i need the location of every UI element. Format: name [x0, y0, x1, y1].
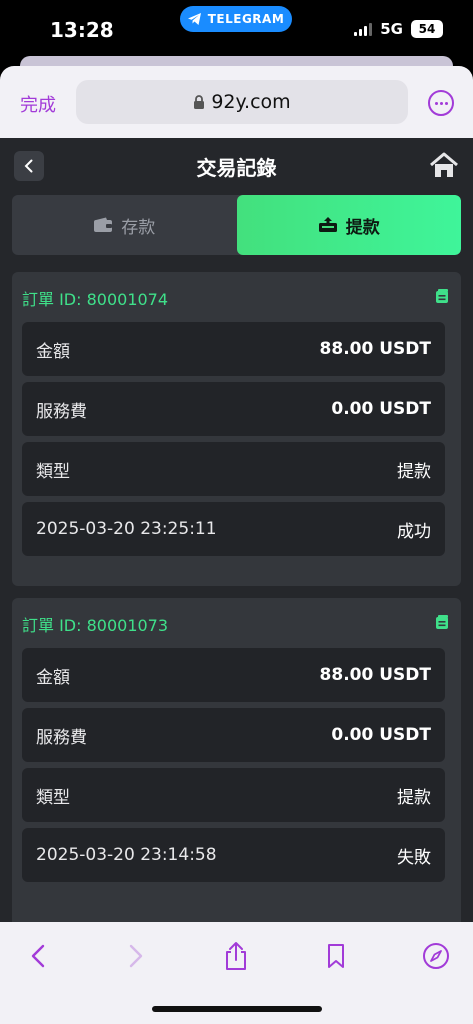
tab-withdraw[interactable]: 提款: [236, 195, 461, 255]
amount-value: 88.00 USDT: [319, 339, 431, 359]
fee-value: 0.00 USDT: [331, 399, 431, 419]
timestamp: 2025-03-20 23:25:11: [36, 519, 217, 539]
type-row: 類型 提款: [22, 768, 445, 822]
chevron-left-icon: [31, 944, 45, 968]
nav-back-button[interactable]: [20, 938, 56, 974]
lock-icon: [194, 94, 205, 109]
url-bar[interactable]: 92y.com: [76, 80, 408, 124]
status-value: 失敗: [397, 847, 431, 868]
network-type: 5G: [380, 20, 403, 38]
type-value: 提款: [397, 461, 431, 482]
url-text: 92y.com: [211, 91, 291, 113]
share-button[interactable]: [218, 938, 254, 974]
order-header: 訂單 ID: 80001073: [22, 612, 449, 636]
browser-top-bar: 完成 92y.com: [0, 66, 473, 138]
share-icon: [226, 942, 246, 970]
status-bar: 13:28 TELEGRAM 5G 54: [0, 0, 473, 58]
bookmarks-button[interactable]: [318, 938, 354, 974]
tab-withdraw-label: 提款: [345, 217, 380, 238]
type-value: 提款: [397, 787, 431, 808]
app-content: 交易記錄 存款 提款 訂單 ID: 80001074 金額 88.00 USDT…: [0, 138, 473, 922]
nav-forward-button[interactable]: [118, 938, 154, 974]
home-indicator[interactable]: [152, 1006, 322, 1012]
copy-icon[interactable]: [435, 614, 449, 630]
done-button[interactable]: 完成: [20, 91, 56, 117]
type-label: 類型: [36, 461, 70, 482]
order-id: 訂單 ID: 80001074: [22, 290, 169, 309]
status-row: 2025-03-20 23:14:58 失敗: [22, 828, 445, 882]
fee-label: 服務費: [36, 401, 87, 422]
amount-label: 金額: [36, 667, 70, 688]
tab-deposit[interactable]: 存款: [12, 195, 237, 255]
fee-row: 服務費 0.00 USDT: [22, 708, 445, 762]
home-icon[interactable]: [429, 152, 459, 180]
order-card: 訂單 ID: 80001074 金額 88.00 USDT 服務費 0.00 U…: [12, 272, 461, 586]
timestamp: 2025-03-20 23:14:58: [36, 845, 217, 865]
transaction-tabs: 存款 提款: [12, 195, 461, 255]
fee-value: 0.00 USDT: [331, 725, 431, 745]
status-row: 2025-03-20 23:25:11 成功: [22, 502, 445, 556]
withdraw-icon: [318, 217, 337, 232]
fee-row: 服務費 0.00 USDT: [22, 382, 445, 436]
status-indicators: 5G 54: [354, 20, 443, 38]
amount-row: 金額 88.00 USDT: [22, 648, 445, 702]
order-id: 訂單 ID: 80001073: [22, 616, 169, 635]
compass-icon: [423, 943, 449, 969]
fee-label: 服務費: [36, 727, 87, 748]
chevron-right-icon: [129, 944, 143, 968]
battery-icon: 54: [411, 20, 443, 38]
amount-label: 金額: [36, 341, 70, 362]
status-time: 13:28: [50, 18, 114, 42]
telegram-pill-label: TELEGRAM: [207, 12, 285, 26]
app-header: 交易記錄: [0, 138, 473, 194]
telegram-icon: [187, 13, 201, 25]
page-title: 交易記錄: [196, 156, 277, 180]
type-label: 類型: [36, 787, 70, 808]
amount-row: 金額 88.00 USDT: [22, 322, 445, 376]
status-value: 成功: [397, 521, 431, 542]
more-options-icon[interactable]: [428, 90, 454, 116]
compass-button[interactable]: [418, 938, 454, 974]
type-row: 類型 提款: [22, 442, 445, 496]
telegram-pill[interactable]: TELEGRAM: [180, 6, 292, 32]
amount-value: 88.00 USDT: [319, 665, 431, 685]
tab-deposit-label: 存款: [121, 217, 156, 238]
copy-icon[interactable]: [435, 288, 449, 304]
order-card: 訂單 ID: 80001073 金額 88.00 USDT 服務費 0.00 U…: [12, 598, 461, 922]
bookmark-icon: [328, 944, 344, 968]
order-header: 訂單 ID: 80001074: [22, 286, 449, 310]
signal-icon: [354, 22, 373, 36]
wallet-icon: [94, 217, 113, 232]
